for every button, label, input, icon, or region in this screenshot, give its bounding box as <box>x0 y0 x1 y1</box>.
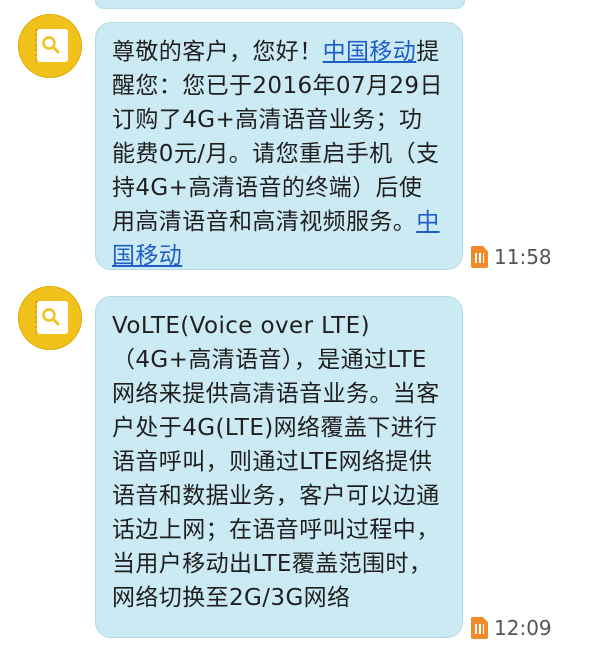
message-text: VoLTE(Voice over LTE)（4G+高清语音），是通过LTE网络来… <box>112 313 440 611</box>
message-bubble[interactable]: 尊敬的客户，您好！中国移动提醒您：您已于2016年07月29日订购了4G+高清语… <box>95 22 463 270</box>
message-meta: 11:58 <box>471 245 552 269</box>
notebook-search-icon[interactable] <box>18 14 82 78</box>
message-bubble[interactable]: VoLTE(Voice over LTE)（4G+高清语音），是通过LTE网络来… <box>95 296 463 638</box>
china-mobile-link[interactable]: 中国移动 <box>323 39 417 65</box>
message-meta: 12:09 <box>471 616 552 640</box>
previous-message-bubble-edge <box>95 0 465 9</box>
notebook-search-icon[interactable] <box>18 286 82 350</box>
message-lead: 尊敬的客户，您好！ <box>112 39 323 65</box>
sim-card-icon <box>471 617 488 639</box>
message-body: 提醒您：您已于2016年07月29日订购了4G+高清语音业务；功能费0元/月。请… <box>112 39 443 235</box>
sim-card-icon <box>471 246 488 268</box>
message-time: 11:58 <box>494 245 552 269</box>
message-time: 12:09 <box>494 616 552 640</box>
message-text: 尊敬的客户，您好！中国移动提醒您：您已于2016年07月29日订购了4G+高清语… <box>112 35 444 273</box>
